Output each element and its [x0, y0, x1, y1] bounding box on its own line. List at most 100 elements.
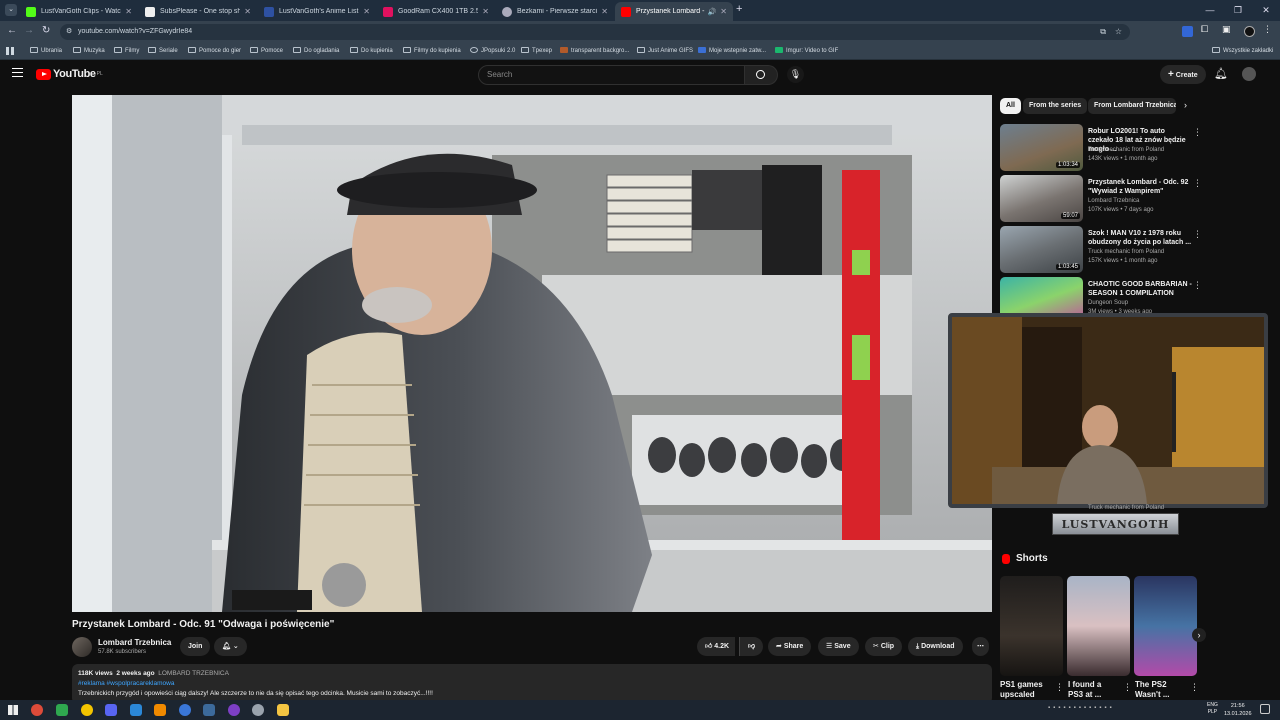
clock[interactable]: 21:56 13.01.2026 [1224, 702, 1252, 718]
bookmark-pomoce-do-gier[interactable]: Pomoce do gier [188, 43, 241, 60]
mute-tab-icon[interactable]: 🔊 [708, 8, 717, 16]
bookmark-imgur[interactable]: Imgur: Video to GIF [775, 43, 838, 60]
tab-bezkami[interactable]: Bezkami - Pierwsze starcie / Th✕ [496, 2, 614, 21]
bookmark-star-icon[interactable]: ☆ [1115, 24, 1122, 40]
more-actions-button[interactable]: ⋯ [972, 637, 989, 656]
tab-przystanek-lombard[interactable]: Przystanek Lombard - Odc🔊✕ [615, 2, 733, 21]
close-tab-icon[interactable]: ✕ [601, 7, 608, 16]
bookmark-do-kupienia[interactable]: Do kupienia [350, 43, 393, 60]
notifications-bell-icon[interactable]: 🔔︎ [1214, 67, 1228, 80]
hamburger-menu-icon[interactable] [12, 68, 23, 77]
description-box[interactable]: 118K views 2 weeks ago LOMBARD TRZEBNICA… [72, 664, 992, 704]
extension-icon[interactable] [1182, 26, 1193, 37]
obs-taskbar-icon[interactable] [179, 704, 191, 716]
apps-grid-icon[interactable] [6, 47, 14, 55]
voice-search-icon[interactable]: 🎙 [787, 66, 804, 83]
short-thumbnail[interactable] [1000, 576, 1063, 676]
close-tab-icon[interactable]: ✕ [720, 7, 727, 16]
settings-taskbar-icon[interactable] [252, 704, 264, 716]
download-button[interactable]: ⤓ Download [908, 637, 963, 656]
extensions-puzzle-icon[interactable]: ⧠ [1201, 24, 1208, 35]
short-title[interactable]: The PS2 Wasn't ... [1135, 680, 1185, 700]
maximize-icon[interactable]: ❐ [1224, 0, 1252, 21]
app-taskbar-icon[interactable] [56, 704, 68, 716]
description-hashtags[interactable]: #reklama #wspolpracareklamowa [78, 680, 174, 687]
profile-avatar-icon[interactable] [1244, 26, 1255, 37]
recommendation-thumbnail[interactable]: 1:03:45 [1000, 226, 1083, 273]
more-actions-icon[interactable]: ⋮ [1193, 178, 1202, 189]
share-button[interactable]: ➦ Share [768, 637, 812, 656]
sidebar-icon[interactable]: ▣ [1222, 24, 1231, 35]
bookmark-tpexep[interactable]: Tpexep [521, 43, 552, 60]
bookmark-filmy[interactable]: Filmy [114, 43, 139, 60]
close-tab-icon[interactable]: ✕ [482, 7, 489, 16]
explorer-taskbar-icon[interactable] [277, 704, 289, 716]
chrome-taskbar-icon[interactable] [31, 704, 43, 716]
new-tab-button[interactable]: + [736, 3, 742, 15]
more-actions-icon[interactable]: ⋮ [1123, 682, 1132, 693]
create-button[interactable]: + Create [1160, 65, 1206, 84]
channel-name[interactable]: Lombard Trzebnica [98, 638, 171, 647]
install-app-icon[interactable]: ⧉ [1100, 24, 1106, 40]
browser-menu-icon[interactable]: ⋮ [1263, 24, 1272, 35]
minimize-icon[interactable]: — [1196, 0, 1224, 21]
chip-all[interactable]: All [1000, 98, 1021, 114]
dislike-button[interactable]: 👎︎ [739, 637, 764, 656]
norton-taskbar-icon[interactable] [81, 704, 93, 716]
bookmark-filmy-do-kupienia[interactable]: Filmy do kupienia [403, 43, 461, 60]
bookmark-jpopsuki[interactable]: JPopsuki 2.0 [470, 43, 515, 60]
search-button[interactable] [745, 65, 778, 85]
store-taskbar-icon[interactable] [130, 704, 142, 716]
like-button[interactable]: 👍︎ 4.2K [697, 637, 736, 656]
tab-anime-list[interactable]: LustVanGoth's Anime List - My✕ [258, 2, 376, 21]
recommendation-item[interactable]: 59:07 Przystanek Lombard - Odc. 92 "Wywi… [1000, 175, 1202, 223]
save-button[interactable]: ☰ Save [818, 637, 859, 656]
chips-next-chevron-icon[interactable]: › [1184, 100, 1187, 110]
bookmark-pomoce[interactable]: Pomoce [250, 43, 283, 60]
video-player[interactable] [72, 95, 992, 612]
close-window-icon[interactable]: ✕ [1252, 0, 1280, 21]
channel-avatar[interactable] [72, 637, 92, 657]
join-button[interactable]: Join [180, 637, 211, 656]
shorts-next-chevron-icon[interactable]: › [1192, 628, 1206, 642]
tab-subsplease[interactable]: SubsPlease - One stop shop fo✕ [139, 2, 257, 21]
bookmark-transparent-background[interactable]: transparent backgro... [560, 43, 629, 60]
subscribed-bell-button[interactable]: 🔔︎ ⌄ [214, 637, 247, 656]
short-thumbnail[interactable] [1134, 576, 1197, 676]
more-actions-icon[interactable]: ⋮ [1193, 127, 1202, 138]
bookmark-muzyka[interactable]: Muzyka [73, 43, 105, 60]
recommendation-item[interactable]: 1:03:45 Szok ! MAN V10 z 1978 roku obudz… [1000, 226, 1202, 274]
bookmark-seriale[interactable]: Seriale [148, 43, 178, 60]
more-actions-icon[interactable]: ⋮ [1055, 682, 1064, 693]
close-tab-icon[interactable]: ✕ [363, 7, 370, 16]
short-thumbnail[interactable] [1067, 576, 1130, 676]
tor-taskbar-icon[interactable] [228, 704, 240, 716]
bookmark-moje-wstepnie[interactable]: Moje wstepnie zatw... [698, 43, 766, 60]
close-tab-icon[interactable]: ✕ [244, 7, 251, 16]
close-tab-icon[interactable]: ✕ [125, 7, 132, 16]
input-language[interactable]: ENG PLP [1207, 702, 1218, 716]
chip-from-lombard-trzebnica[interactable]: From Lombard Trzebnica [1088, 98, 1176, 114]
reload-icon[interactable]: ↻ [42, 25, 50, 36]
bookmark-all-bookmarks[interactable]: Wszystkie zakładki [1212, 43, 1273, 60]
recommendation-item[interactable]: 1:03:34 Robur LO2001! To auto czekało 18… [1000, 124, 1202, 172]
recommendation-thumbnail[interactable]: 1:03:34 [1000, 124, 1083, 171]
chip-from-the-series[interactable]: From the series [1023, 98, 1088, 114]
tab-search-icon[interactable]: ⌄ [5, 4, 17, 16]
clip-button[interactable]: ✂ Clip [865, 637, 903, 656]
recommendation-thumbnail[interactable]: 59:07 [1000, 175, 1083, 222]
bookmark-just-anime-gifs[interactable]: Just Anime GIFS [637, 43, 693, 60]
more-actions-icon[interactable]: ⋮ [1193, 229, 1202, 240]
discord-taskbar-icon[interactable] [105, 704, 117, 716]
url-bar[interactable]: ⚙ youtube.com/watch?v=ZFGwydrIe84 ⧉ ☆ [60, 24, 1130, 40]
system-tray-icons[interactable]: ▪▪▪▪▪▪▪▪▪▪▪▪▪ [1048, 705, 1115, 711]
tab-lustvangoth-clips[interactable]: LustVanGoth Clips - Watch Live✕ [20, 2, 138, 21]
back-icon[interactable]: ← [7, 25, 17, 36]
steam-taskbar-icon[interactable] [203, 704, 215, 716]
site-info-icon[interactable]: ⚙ [66, 24, 72, 40]
forward-icon[interactable]: → [24, 25, 34, 36]
more-actions-icon[interactable]: ⋮ [1193, 280, 1202, 291]
bookmark-do-ogladania[interactable]: Do ogladania [293, 43, 339, 60]
windows-start-icon[interactable] [8, 705, 18, 715]
youtube-logo[interactable]: YouTube PL [36, 68, 103, 80]
